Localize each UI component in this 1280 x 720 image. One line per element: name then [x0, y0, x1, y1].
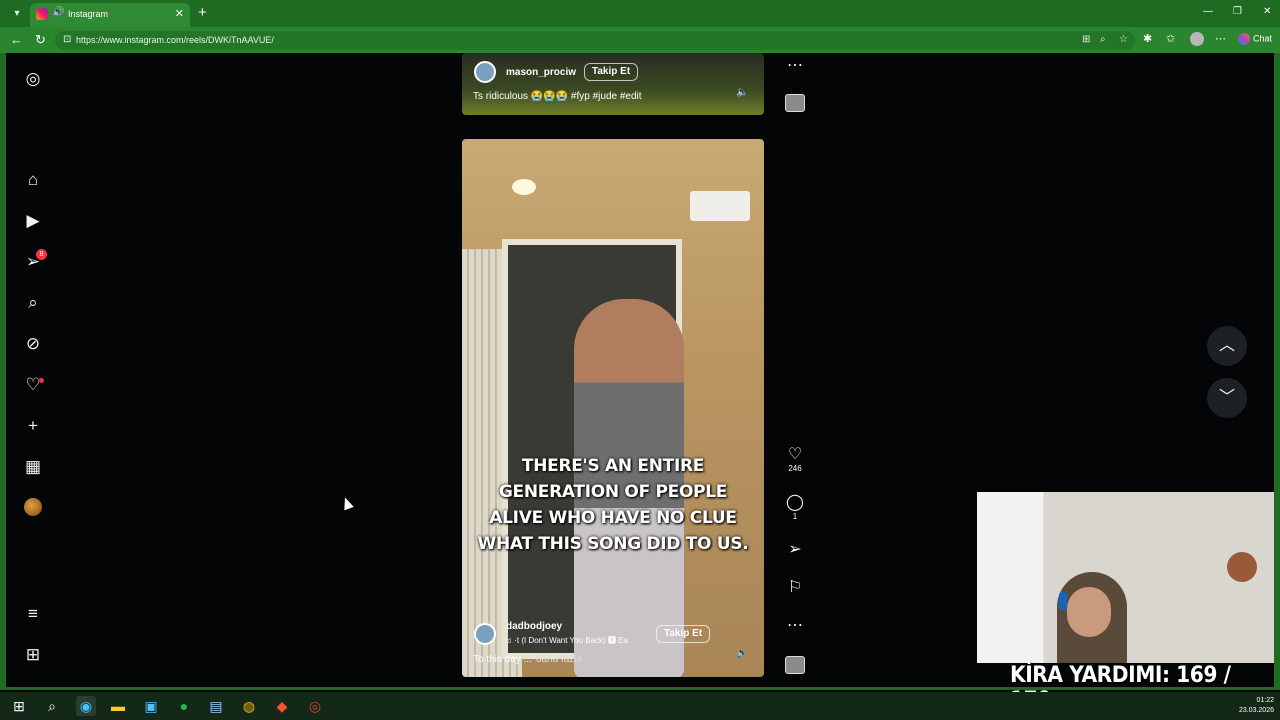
spotify-icon[interactable]: ● [174, 696, 194, 716]
url-text: https://www.instagram.com/reels/DWKiTnAA… [76, 35, 274, 45]
reel-username[interactable]: mason_prociw [506, 67, 576, 78]
copilot-icon [1238, 33, 1250, 45]
store-icon[interactable]: ▣ [141, 696, 161, 716]
webcam-overlay [977, 492, 1280, 663]
mute-icon[interactable]: 🔈 [736, 87, 748, 98]
tab-list-chevron-icon[interactable]: ▾ [8, 6, 26, 22]
mute-icon[interactable]: 🔈 [736, 648, 748, 659]
reel-username[interactable]: dadbodjoey [506, 621, 562, 632]
more-menu-hamburger-icon[interactable]: ≡ [22, 603, 44, 625]
more-menu-icon[interactable]: ⋯ [1215, 32, 1226, 45]
chat-label: Chat [1253, 33, 1273, 44]
reel-music[interactable]: ♫ ·t (I Don't Want You Back) 🅴 Ea [506, 635, 628, 646]
browser-toolbar: ← ↻ ⊡ https://www.instagram.com/reels/DW… [0, 27, 1280, 53]
restore-icon[interactable]: ❐ [1233, 6, 1242, 17]
webcam-scene-clock [1227, 552, 1257, 582]
new-tab-plus-icon[interactable]: + [198, 4, 207, 21]
tab-close-icon[interactable]: ✕ [175, 7, 184, 20]
reel-previous-audio-thumbnail[interactable] [785, 94, 805, 112]
webcam-scene-face [1067, 587, 1111, 637]
address-bar[interactable]: ⊡ https://www.instagram.com/reels/DWKiTn… [55, 31, 1135, 50]
edge-browser-icon[interactable]: ◉ [76, 696, 96, 716]
create-plus-icon[interactable]: + [22, 415, 44, 437]
follow-button[interactable]: Takip Et [656, 625, 711, 643]
extensions-icon[interactable]: ✱ [1143, 32, 1152, 45]
reel-previous[interactable]: mason_prociw Takip Et Ts ridiculous 😭😭😭 … [462, 53, 764, 115]
profile-avatar[interactable] [1190, 32, 1204, 46]
instagram-logo-icon[interactable]: ◎ [22, 68, 44, 90]
video-text-overlay: THERE'S AN ENTIRE GENERATION OF PEOPLE A… [462, 453, 764, 557]
like-button[interactable]: ♡ 246 [785, 446, 805, 474]
messages-badge: 8 [36, 249, 47, 260]
close-window-icon[interactable]: ✕ [1263, 6, 1271, 17]
audio-thumbnail[interactable] [785, 656, 805, 674]
comment-bubble-icon: ◯ [786, 494, 804, 511]
overlay-line-1: THERE'S AN ENTIRE [521, 456, 705, 476]
comment-button[interactable]: ◯ 1 [785, 494, 805, 522]
search-taskbar-icon[interactable]: ⌕ [42, 696, 62, 716]
browser-titlebar: ▾ 🔊 Instagram ✕ + — ❐ ✕ [0, 0, 1280, 27]
chrome-icon[interactable]: ◍ [239, 696, 259, 716]
dashboard-icon[interactable]: ▦ [22, 456, 44, 478]
back-arrow-icon[interactable]: ← [10, 32, 23, 47]
search-icon[interactable]: ⌕ [22, 292, 44, 314]
reel-current[interactable]: THERE'S AN ENTIRE GENERATION OF PEOPLE A… [462, 139, 764, 677]
home-icon[interactable]: ⌂ [22, 169, 44, 191]
zoom-icon[interactable]: ⌕ [1100, 34, 1106, 45]
taskbar-clock[interactable]: 01:22 23.03.2026 [1239, 696, 1274, 716]
file-explorer-icon[interactable]: ▬ [108, 696, 128, 716]
share-button[interactable]: ➢ [785, 541, 805, 559]
video-scene-lamp [512, 179, 536, 195]
calculator-icon[interactable]: ▤ [206, 696, 226, 716]
overlay-line-4: WHAT THIS SONG DID TO US. [477, 534, 749, 554]
copilot-chat-button[interactable]: Chat [1238, 33, 1272, 45]
more-dots-icon: ⋯ [787, 617, 803, 634]
reel-previous-more-icon[interactable]: ⋯ [785, 57, 805, 75]
date: 23.03.2026 [1238, 707, 1274, 714]
app-available-icon[interactable]: ⊞ [1082, 34, 1090, 45]
more-link[interactable]: daha fazla [536, 654, 582, 665]
webcam-scene-headset [1059, 592, 1067, 610]
profile-avatar-sidebar[interactable] [24, 498, 42, 516]
more-options-button[interactable]: ⋯ [785, 617, 805, 635]
tab-title: Instagram [68, 9, 109, 19]
overlay-line-3: ALIVE WHO HAVE NO CLUE [489, 508, 737, 528]
reel-user-avatar[interactable] [474, 623, 496, 645]
like-count: 246 [788, 464, 802, 473]
favorites-icon[interactable]: ✩ [1166, 32, 1175, 45]
heart-icon: ♡ [787, 446, 803, 463]
windows-taskbar: ⊞ ⌕ ◉ ▬ ▣ ● ▤ ◍ ◆ ◎ 01:22 23.03.2026 [0, 692, 1280, 720]
minimize-icon[interactable]: — [1203, 6, 1213, 17]
reload-icon[interactable]: ↻ [35, 32, 46, 48]
next-reel-chevron-down-icon[interactable]: ﹀ [1207, 378, 1247, 418]
reel-user-avatar[interactable] [474, 61, 496, 83]
also-from-meta-icon[interactable]: ⊞ [22, 644, 44, 666]
save-button[interactable]: ⚐ [785, 579, 805, 597]
share-send-icon: ➢ [788, 541, 802, 558]
reel-caption: To this day ... [473, 654, 532, 665]
instagram-favicon-icon [36, 8, 48, 20]
obs-icon[interactable]: ◎ [305, 696, 325, 716]
bookmark-icon: ⚐ [787, 579, 803, 596]
site-info-icon[interactable]: ⊡ [63, 34, 71, 45]
explore-compass-icon[interactable]: ⊘ [22, 333, 44, 355]
overlay-line-2: GENERATION OF PEOPLE [498, 482, 728, 502]
previous-reel-chevron-up-icon[interactable]: ︿ [1207, 326, 1247, 366]
reel-caption: Ts ridiculous 😭😭😭 #fyp #jude #edit [473, 91, 642, 102]
follow-button[interactable]: Takip Et [584, 63, 639, 81]
favorite-star-icon[interactable]: ☆ [1119, 34, 1128, 45]
comment-count: 1 [792, 512, 798, 521]
start-windows-icon[interactable]: ⊞ [9, 696, 29, 716]
tab-instagram[interactable]: 🔊 Instagram ✕ [30, 3, 190, 27]
notification-dot [39, 378, 44, 383]
speaker-icon[interactable]: 🔊 [52, 7, 64, 18]
reels-icon[interactable]: ▶ [22, 210, 44, 232]
video-scene-ac [690, 191, 750, 221]
time: 01:22 [1256, 697, 1274, 704]
brave-icon[interactable]: ◆ [272, 696, 292, 716]
